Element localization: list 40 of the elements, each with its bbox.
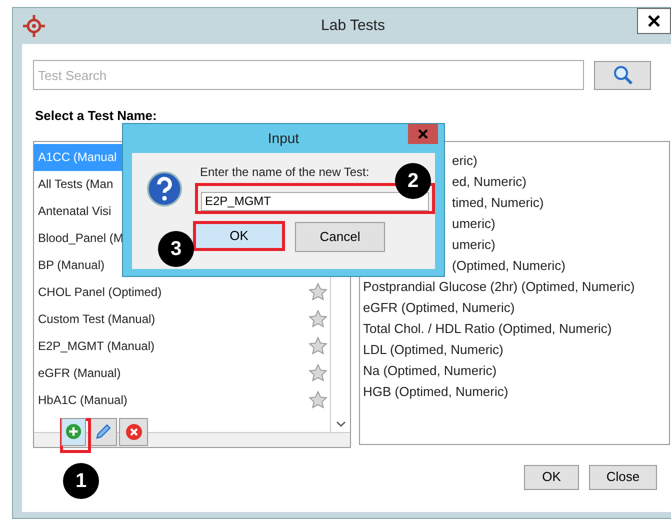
crosshair-logo-icon [23, 15, 45, 37]
dialog-title: Input [268, 128, 300, 148]
search-field[interactable]: Test Search [33, 60, 584, 90]
plus-circle-icon [65, 423, 82, 440]
pencil-icon [94, 422, 112, 440]
section-heading: Select a Test Name: [34, 107, 158, 125]
component-list-item[interactable]: Total Chol. / HDL Ratio (Optimed, Numeric) [360, 318, 669, 340]
test-list-item[interactable]: E2P_MGMT (Manual) [34, 332, 330, 360]
add-button[interactable] [61, 418, 86, 446]
dialog-button[interactable]: Cancel [295, 222, 385, 252]
test-list-item[interactable]: CHOL Panel (Optimed) [34, 278, 330, 306]
star-icon[interactable] [308, 363, 328, 383]
close-button[interactable] [637, 8, 671, 34]
component-list-item[interactable]: HGB (Optimed, Numeric) [360, 382, 669, 402]
component-list-item[interactable]: Na (Optimed, Numeric) [360, 360, 669, 382]
close-icon [418, 129, 428, 139]
search-icon [612, 65, 632, 85]
delete-button[interactable] [119, 418, 148, 446]
close-icon [648, 15, 660, 27]
edit-button[interactable] [88, 418, 117, 446]
window-title: Lab Tests [320, 16, 386, 36]
star-icon[interactable] [308, 282, 328, 302]
dialog-button[interactable]: OK [524, 464, 579, 490]
star-icon[interactable] [308, 390, 328, 410]
component-list-item[interactable]: LDL (Optimed, Numeric) [360, 340, 669, 360]
dialog-button[interactable]: OK [193, 221, 285, 251]
dialog-button[interactable]: Close [589, 464, 657, 490]
test-list-item[interactable]: HbA1C (Manual) [34, 386, 330, 414]
chevron-down-icon[interactable] [336, 420, 346, 428]
component-list-item[interactable]: eGFR (Optimed, Numeric) [360, 298, 669, 318]
star-icon[interactable] [308, 336, 328, 356]
component-list-item[interactable]: Postprandial Glucose (2hr) (Optimed, Numeric) [360, 276, 669, 298]
delete-icon [124, 422, 142, 440]
question-icon [146, 169, 183, 209]
search-button[interactable] [594, 60, 651, 90]
highlight-frame [60, 418, 91, 453]
test-list-item[interactable]: eGFR (Manual) [34, 360, 330, 386]
star-icon[interactable] [308, 309, 328, 329]
test-list-item[interactable]: Custom Test (Manual) [34, 306, 330, 332]
prompt-label: Enter the name of the new Test: [200, 164, 370, 181]
